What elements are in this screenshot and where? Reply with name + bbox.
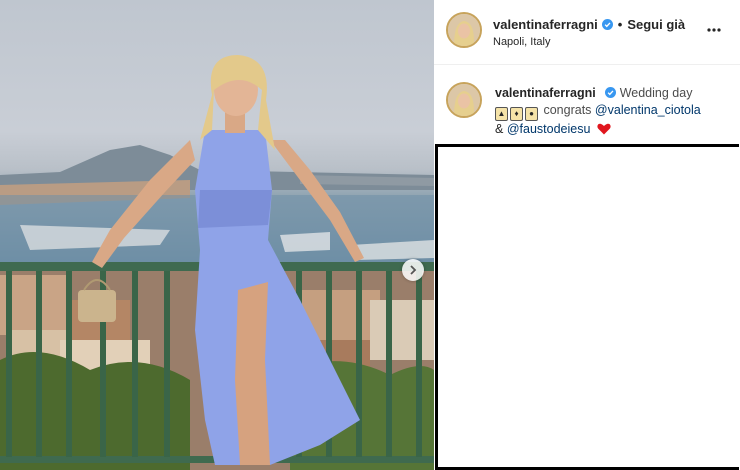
caption-ampersand: & xyxy=(495,122,504,136)
post-caption: valentinaferragni Wedding day ▲ ♦ ● congra… xyxy=(434,74,740,144)
caption-text: valentinaferragni Wedding day ▲ ♦ ● congra… xyxy=(495,85,730,138)
more-options-icon xyxy=(707,28,721,32)
more-options-button[interactable] xyxy=(706,22,722,38)
blank-content-box xyxy=(435,144,739,470)
caption-congrats: congrats xyxy=(543,103,592,117)
red-heart-icon xyxy=(597,123,611,135)
cake-emoji-icon: ▲ xyxy=(495,107,508,121)
mention-link-2[interactable]: @faustodeiesu xyxy=(507,122,591,136)
post-location[interactable]: Napoli, Italy xyxy=(493,36,550,48)
caption-avatar[interactable] xyxy=(446,82,482,118)
profile-photo xyxy=(448,14,480,46)
avatar[interactable] xyxy=(446,12,482,48)
chevron-right-icon xyxy=(410,265,417,275)
post-username[interactable]: valentinaferragni xyxy=(493,17,598,32)
person-emoji-icon: ● xyxy=(525,107,538,121)
profile-photo xyxy=(448,84,480,116)
photo-scene xyxy=(0,55,434,470)
verified-badge-icon xyxy=(605,87,617,98)
caption-title: Wedding day xyxy=(619,86,693,100)
post-photo[interactable] xyxy=(0,0,434,470)
next-photo-button[interactable] xyxy=(402,259,424,281)
header-user-line: valentinaferragni • Segui già xyxy=(493,15,685,33)
caption-username[interactable]: valentinaferragni xyxy=(495,86,596,100)
trophy-emoji-icon: ♦ xyxy=(510,107,523,121)
verified-badge-icon xyxy=(601,18,613,30)
post-header: valentinaferragni • Segui già Napoli, It… xyxy=(434,0,740,65)
post-side-panel: valentinaferragni • Segui già Napoli, It… xyxy=(434,0,740,148)
separator-dot: • xyxy=(617,16,623,32)
mention-link-1[interactable]: @valentina_ciotola xyxy=(595,103,701,117)
following-button[interactable]: Segui già xyxy=(627,17,685,32)
